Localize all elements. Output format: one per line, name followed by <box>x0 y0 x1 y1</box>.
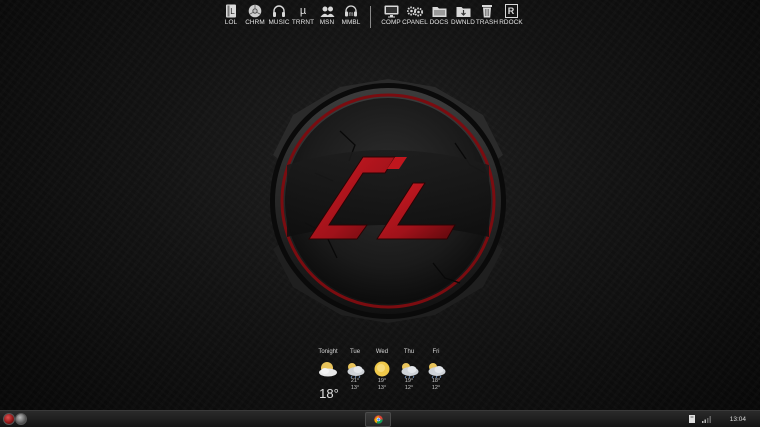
clock[interactable]: 13:04 <box>730 416 746 423</box>
headphones-icon <box>271 4 287 18</box>
weather-day-tonight: Tonight <box>314 348 342 378</box>
wallpaper-logo <box>245 73 531 328</box>
utorrent-icon: µ <box>299 5 307 17</box>
rdock-icon: R <box>503 4 519 18</box>
dock-label: MMBL <box>341 19 361 26</box>
gears-icon <box>407 4 423 18</box>
show-desktop-icon[interactable] <box>15 413 27 425</box>
weather-day-tue: Tue 21° 13° <box>341 348 369 392</box>
dock-label: DWNLD <box>451 19 475 26</box>
chrome-icon <box>373 415 383 424</box>
dock-item-chrm[interactable]: CHRM <box>243 4 267 27</box>
svg-text:L: L <box>230 7 235 16</box>
mumble-icon: m <box>343 4 359 18</box>
dock-label: CPANEL <box>402 19 428 26</box>
download-folder-icon <box>455 4 471 18</box>
dock-label: COMP <box>381 19 401 26</box>
dock-label: MUSIC <box>268 19 290 26</box>
trash-icon <box>479 4 495 18</box>
system-tray: 13:04 <box>688 412 746 426</box>
current-temperature: 18° <box>319 386 339 401</box>
dock-label: LOL <box>224 19 238 26</box>
chrome-icon <box>247 4 263 18</box>
taskbar: 13:04 <box>0 410 760 427</box>
sun-icon <box>371 360 393 378</box>
moon-cloud-icon <box>317 360 339 378</box>
network-signal-icon[interactable] <box>701 415 712 423</box>
dock-item-lol[interactable]: L LOL <box>219 4 243 27</box>
dock-label: RDOCK <box>499 19 523 26</box>
weather-widget[interactable]: Tonight 18° Tue 21° 13° Wed 19° 13° Thu <box>312 348 452 404</box>
monitor-icon <box>383 4 399 18</box>
cloud-sun-icon <box>344 360 366 379</box>
dock-item-trrnt[interactable]: µ TRRNT <box>291 4 315 27</box>
dock-label: TRASH <box>475 19 499 26</box>
book-icon: L <box>223 4 239 18</box>
dock-item-docs[interactable]: DOCS <box>427 4 451 27</box>
weather-day-thu: Thu 19° 12° <box>395 348 423 392</box>
desktop[interactable]: L LOL CHRM MUSIC µ TRRNT MSN m MMBL COMP… <box>0 0 760 427</box>
cloud-sun-icon <box>425 360 447 379</box>
dock-label: TRRNT <box>291 19 315 26</box>
dock-item-mmbl[interactable]: m MMBL <box>339 4 363 27</box>
weather-day-wed: Wed 19° 13° <box>368 348 396 392</box>
dock-item-rdock[interactable]: R RDOCK <box>499 4 523 27</box>
cloud-sun-icon <box>398 360 420 379</box>
notification-icon[interactable] <box>688 414 696 424</box>
weather-day-fri: Fri 18° 12° <box>422 348 450 392</box>
al-logo-emblem <box>270 79 506 323</box>
msn-people-icon <box>319 4 335 18</box>
dock-item-dwnld[interactable]: DWNLD <box>451 4 475 27</box>
dock-item-trash[interactable]: TRASH <box>475 4 499 27</box>
dock-item-music[interactable]: MUSIC <box>267 4 291 27</box>
dock-item-cpanel[interactable]: CPANEL <box>402 4 428 27</box>
dock-label: CHRM <box>245 19 265 26</box>
dock-label: DOCS <box>429 19 449 26</box>
folder-icon <box>431 4 447 18</box>
taskbar-button-chrome[interactable] <box>365 412 391 427</box>
dock-item-msn[interactable]: MSN <box>315 4 339 27</box>
start-orb-icon[interactable] <box>3 413 15 425</box>
dock-separator <box>370 6 371 28</box>
dock-label: MSN <box>319 19 335 26</box>
top-dock: L LOL CHRM MUSIC µ TRRNT MSN m MMBL COMP… <box>219 4 523 28</box>
svg-text:m: m <box>349 12 354 18</box>
dock-item-comp[interactable]: COMP <box>379 4 403 27</box>
